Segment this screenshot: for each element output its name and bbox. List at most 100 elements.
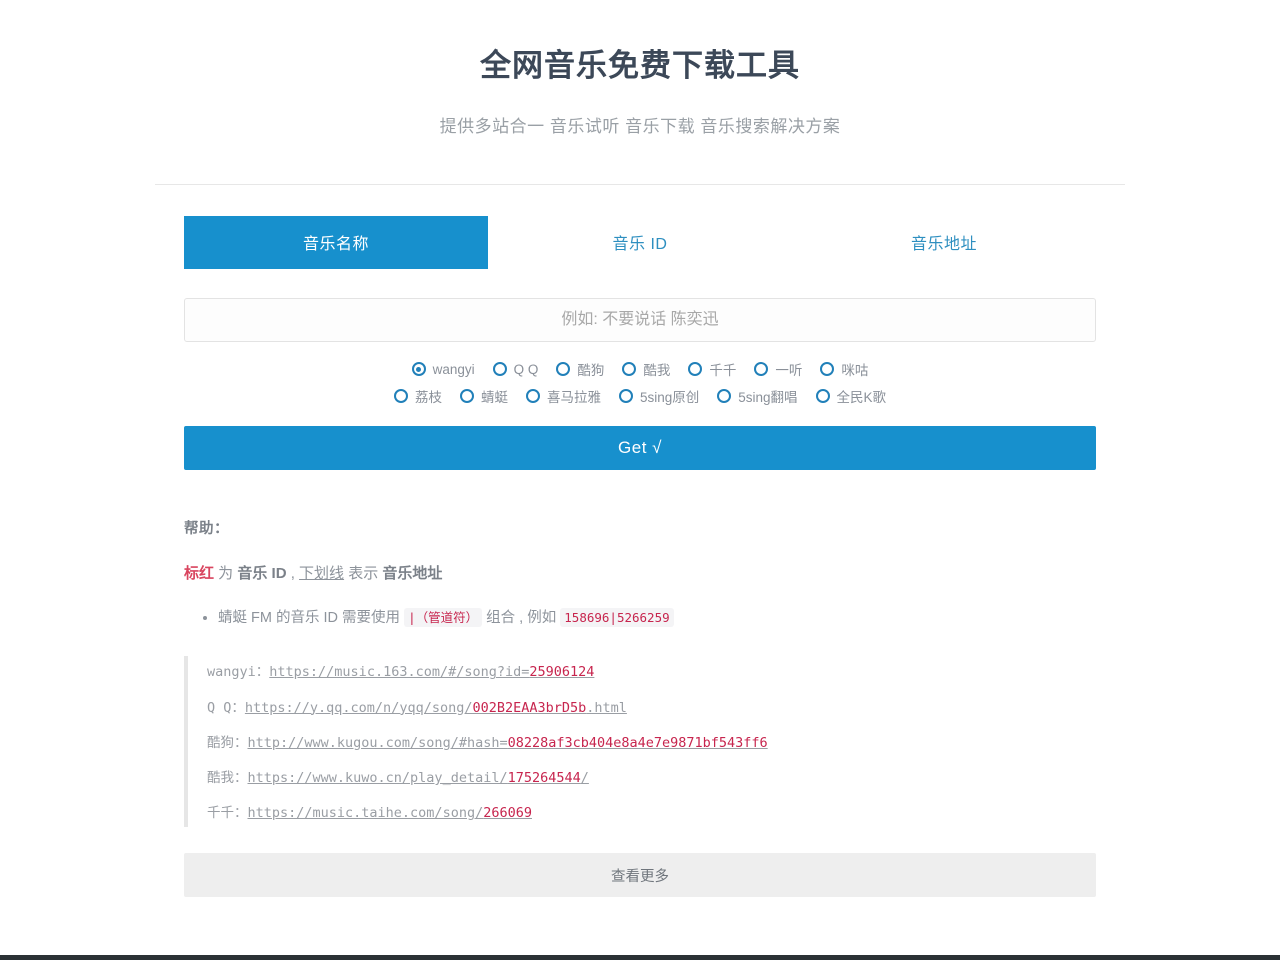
example-url[interactable]: https://music.taihe.com/song/266069 [248, 805, 532, 821]
radio-unselected-icon [556, 362, 571, 377]
example-row-kugou: 酷狗：http://www.kugou.com/song/#hash=08228… [207, 735, 1096, 751]
source-radio-group: wangyi Q Q 酷狗 酷我 千千 一听 咪咕 荔枝 蜻蜓 喜马拉雅 5si… [184, 359, 1096, 406]
tab-music-name[interactable]: 音乐名称 [184, 216, 488, 270]
source-option-kugou[interactable]: 酷狗 [556, 359, 604, 379]
example-url-tail: / [580, 770, 589, 787]
example-id: 08228af3cb404e8a4e7e9871bf543ff6 [507, 734, 768, 751]
source-option-label: 酷狗 [577, 363, 605, 379]
source-option-label: 蜻蜓 [480, 390, 508, 406]
example-url-tail: .html [586, 699, 627, 716]
main-container: 音乐名称 音乐 ID 音乐地址 wangyi Q Q 酷狗 [184, 185, 1096, 898]
radio-unselected-icon [754, 362, 769, 377]
search-input[interactable] [184, 298, 1096, 343]
note-code-pipe: |（管道符） [404, 608, 483, 628]
source-option-label: Q Q [513, 361, 539, 377]
legend-text: , [286, 565, 300, 583]
radio-unselected-icon [459, 389, 474, 404]
example-id: 25906124 [529, 664, 595, 681]
help-legend: 标红 为 音乐 ID , 下划线 表示 音乐地址 [184, 562, 1096, 583]
legend-music-url-label: 音乐地址 [382, 565, 443, 583]
get-button[interactable]: Get √ [184, 426, 1096, 471]
example-url[interactable]: https://www.kuwo.cn/play_detail/17526454… [248, 770, 589, 786]
example-label: Q Q： [207, 699, 245, 716]
radio-selected-icon [411, 362, 426, 377]
help-notes-list: 蜻蜓 FM 的音乐 ID 需要使用 |（管道符） 组合 , 例如 158696|… [184, 607, 1096, 630]
example-id: 266069 [483, 805, 532, 822]
source-option-label: 荔枝 [414, 390, 442, 406]
source-option-label: 全民K歌 [836, 390, 887, 406]
source-option-label: 5sing翻唱 [738, 390, 798, 406]
help-title: 帮助： [184, 521, 229, 538]
example-url[interactable]: https://music.163.com/#/song?id=25906124 [269, 664, 594, 680]
list-item: 蜻蜓 FM 的音乐 ID 需要使用 |（管道符） 组合 , 例如 158696|… [218, 607, 1096, 630]
source-option-yiting[interactable]: 一听 [754, 359, 802, 379]
source-option-label: 酷我 [643, 363, 671, 379]
example-row-qq: Q Q：https://y.qq.com/n/yqq/song/002B2EAA… [207, 700, 1096, 716]
search-field-wrap [184, 298, 1096, 343]
tab-music-id[interactable]: 音乐 ID [488, 216, 792, 269]
radio-unselected-icon [815, 389, 830, 404]
example-row-wangyi: wangyi：https://music.163.com/#/song?id=2… [207, 664, 1096, 680]
example-label: 千千： [207, 805, 248, 822]
example-url-text: http://www.kugou.com/song/#hash= [247, 734, 508, 751]
example-url[interactable]: https://y.qq.com/n/yqq/song/002B2EAA3brD… [245, 700, 627, 716]
source-option-ximalaya[interactable]: 喜马拉雅 [525, 386, 601, 406]
radio-unselected-icon [393, 389, 408, 404]
source-option-label: 咪咕 [841, 363, 869, 379]
example-label: 酷狗： [207, 734, 248, 751]
example-label: wangyi： [207, 664, 270, 681]
page-title: 全网音乐免费下载工具 [480, 48, 800, 83]
source-option-kuwo[interactable]: 酷我 [622, 359, 670, 379]
example-row-kuwo: 酷我：https://www.kuwo.cn/play_detail/17526… [207, 770, 1096, 786]
example-label: 酷我： [207, 770, 248, 787]
source-radio-row-2: 荔枝 蜻蜓 喜马拉雅 5sing原创 5sing翻唱 全民K歌 [393, 386, 887, 406]
note-text-before: 蜻蜓 FM 的音乐 ID 需要使用 [218, 610, 405, 627]
example-url-text: https://music.163.com/#/song?id= [269, 664, 530, 681]
legend-underline-label: 下划线 [299, 565, 345, 583]
source-option-wangyi[interactable]: wangyi [411, 361, 475, 377]
radio-unselected-icon [688, 362, 703, 377]
view-more-button[interactable]: 查看更多 [184, 853, 1096, 898]
tab-music-url[interactable]: 音乐地址 [792, 216, 1096, 269]
source-option-label: 一听 [775, 363, 803, 379]
example-id: 002B2EAA3brD5b [472, 699, 587, 716]
page-viewport: 全网音乐免费下载工具 提供多站合一 音乐试听 音乐下载 音乐搜索解决方案 音乐名… [0, 0, 1280, 955]
radio-unselected-icon [618, 389, 633, 404]
source-option-label: 喜马拉雅 [546, 390, 601, 406]
search-mode-tabs: 音乐名称 音乐 ID 音乐地址 [184, 216, 1096, 270]
radio-unselected-icon [622, 362, 637, 377]
note-text-middle: 组合 , 例如 [482, 610, 561, 627]
legend-text: 表示 [344, 565, 383, 583]
url-examples-block: wangyi：https://music.163.com/#/song?id=2… [184, 656, 1096, 828]
radio-unselected-icon [820, 362, 835, 377]
example-id: 175264544 [507, 770, 581, 787]
page-header: 全网音乐免费下载工具 提供多站合一 音乐试听 音乐下载 音乐搜索解决方案 [0, 0, 1280, 137]
source-option-qingting[interactable]: 蜻蜓 [459, 386, 508, 406]
source-option-migu[interactable]: 咪咕 [820, 359, 868, 379]
radio-unselected-icon [525, 389, 540, 404]
source-option-5sing-cover[interactable]: 5sing翻唱 [717, 386, 798, 406]
source-option-label: 千千 [709, 363, 737, 379]
page-subtitle: 提供多站合一 音乐试听 音乐下载 音乐搜索解决方案 [439, 117, 841, 137]
radio-unselected-icon [492, 362, 507, 377]
example-url-text: https://music.taihe.com/song/ [247, 805, 484, 822]
source-option-quanmin-k[interactable]: 全民K歌 [815, 386, 887, 406]
source-option-lizhi[interactable]: 荔枝 [393, 386, 442, 406]
example-url-text: https://y.qq.com/n/yqq/song/ [244, 699, 473, 716]
example-row-qianqian: 千千：https://music.taihe.com/song/266069 [207, 805, 1096, 821]
legend-music-id-label: 音乐 ID [237, 565, 287, 583]
window-bottom-edge [0, 955, 1280, 960]
note-code-example: 158696|5266259 [560, 608, 674, 628]
legend-red-label: 标红 [184, 565, 215, 583]
source-radio-row-1: wangyi Q Q 酷狗 酷我 千千 一听 咪咕 [411, 359, 868, 379]
legend-text: 为 [214, 565, 238, 583]
source-option-qianqian[interactable]: 千千 [688, 359, 736, 379]
source-option-5sing-original[interactable]: 5sing原创 [618, 386, 700, 406]
example-url-text: https://www.kuwo.cn/play_detail/ [247, 770, 508, 787]
source-option-label: wangyi [432, 361, 475, 377]
help-section: 帮助： 标红 为 音乐 ID , 下划线 表示 音乐地址 蜻蜓 FM 的音乐 I… [184, 517, 1096, 898]
source-option-label: 5sing原创 [639, 390, 700, 406]
example-url[interactable]: http://www.kugou.com/song/#hash=08228af3… [248, 735, 768, 751]
radio-unselected-icon [717, 389, 732, 404]
source-option-qq[interactable]: Q Q [492, 361, 539, 377]
